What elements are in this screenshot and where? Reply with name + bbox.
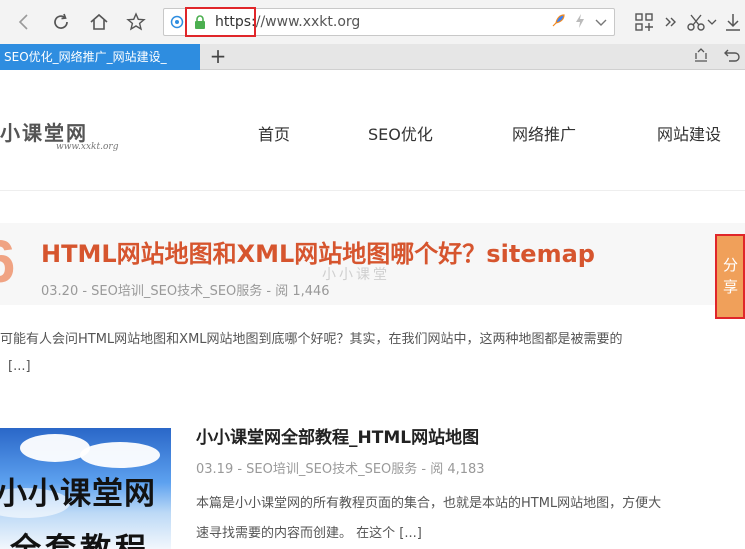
tab-bar: SEO优化_网络推广_网站建设_ +: [0, 44, 745, 70]
apps-grid-icon[interactable]: [630, 8, 658, 36]
tab-bar-actions: [693, 47, 741, 67]
browser-toolbar: https://www.xxkt.org: [0, 0, 745, 44]
chevron-down-icon[interactable]: [705, 8, 719, 36]
reader-icon[interactable]: [693, 47, 709, 67]
post-excerpt: 可能有人会问HTML网站地图和XML网站地图到底哪个好呢？其实，在我们网站中，这…: [0, 332, 623, 347]
nav-website-building[interactable]: 网站建设: [657, 121, 721, 145]
post-title[interactable]: 小小课堂网全部教程_HTML网站地图: [196, 423, 479, 448]
url-host: //www.xxkt.org: [255, 14, 361, 30]
post-list: 6 HTML网站地图和XML网站地图哪个好？sitemap 小小课堂 03.20…: [0, 192, 745, 549]
nav-promotion[interactable]: 网络推广: [512, 121, 576, 145]
read-more-link[interactable]: [...]: [8, 359, 31, 374]
cloud-shape: [20, 434, 90, 462]
url-scheme: https:: [215, 14, 256, 30]
star-icon[interactable]: [122, 8, 150, 36]
watermark: 小小课堂: [322, 267, 390, 283]
thumbnail-text: 小小课堂网: [0, 476, 156, 512]
cloud-shape: [80, 442, 160, 468]
nav-home[interactable]: 首页: [258, 121, 290, 145]
double-chevron-right-icon[interactable]: [657, 8, 685, 36]
thumbnail-text: 全套教程: [10, 524, 150, 549]
tab-active[interactable]: SEO优化_网络推广_网站建设_: [0, 44, 200, 70]
site-header: 小课堂网 www.xxkt.org 首页 SEO优化 网络推广 网站建设: [0, 71, 745, 191]
url-text[interactable]: https://www.xxkt.org: [215, 14, 360, 30]
post-title[interactable]: HTML网站地图和XML网站地图哪个好？sitemap: [41, 234, 595, 269]
nav-seo[interactable]: SEO优化: [368, 121, 433, 145]
shield-icon: [170, 15, 184, 29]
home-icon[interactable]: [85, 8, 113, 36]
site-logo-url: www.xxkt.org: [56, 142, 119, 152]
address-bar[interactable]: https://www.xxkt.org: [163, 7, 615, 37]
post-meta: 03.19 - SEO培训_SEO技术_SEO服务 - 阅 4,183: [196, 462, 485, 477]
chevron-down-icon[interactable]: [594, 14, 608, 33]
download-icon[interactable]: [722, 8, 744, 36]
rocket-icon[interactable]: [550, 13, 566, 33]
post-excerpt: 本篇是小小课堂网的所有教程页面的集合，也就是本站的HTML网站地图，方便大: [196, 496, 662, 511]
undo-icon[interactable]: [723, 47, 741, 67]
post-excerpt: 速寻找需要的内容而创建。 在这个 [...]: [196, 526, 422, 541]
share-button[interactable]: 分享: [715, 234, 745, 319]
share-label: 分享: [723, 256, 739, 296]
tab-title: SEO优化_网络推广_网站建设_: [4, 50, 167, 64]
post-thumbnail[interactable]: 小小课堂网 全套教程: [0, 428, 171, 549]
back-icon[interactable]: [10, 8, 38, 36]
new-tab-button[interactable]: +: [206, 45, 230, 69]
post-meta: 03.20 - SEO培训_SEO技术_SEO服务 - 阅 1,446: [41, 284, 330, 299]
post-number: 6: [0, 230, 15, 294]
lock-icon: [194, 15, 206, 34]
lightning-icon[interactable]: [574, 13, 586, 33]
address-bar-actions: [550, 13, 608, 33]
refresh-icon[interactable]: [47, 8, 75, 36]
